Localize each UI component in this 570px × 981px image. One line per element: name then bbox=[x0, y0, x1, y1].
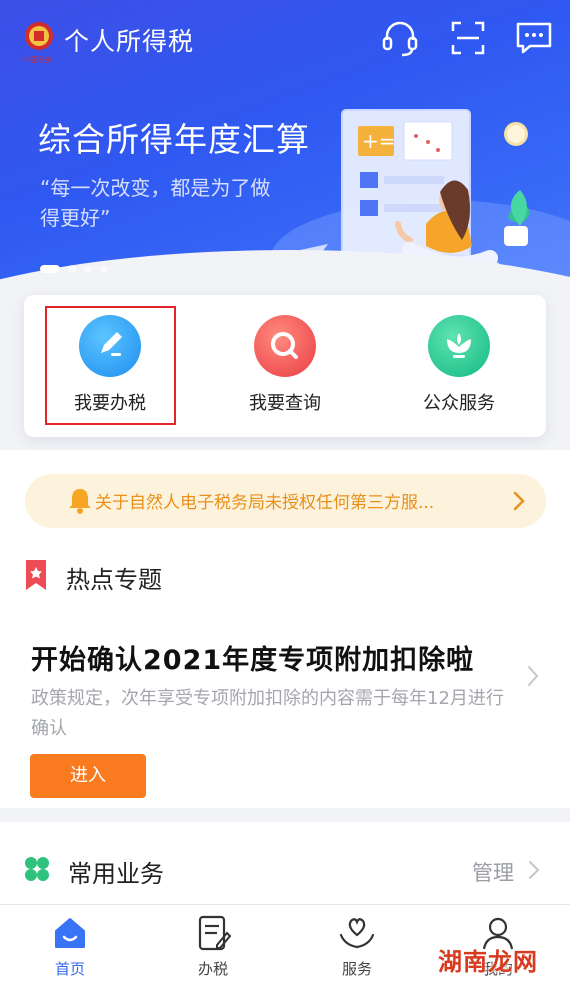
topic-description: 政策规定，次年享受专项附加扣除的内容需于每年12月进行确认 bbox=[31, 688, 504, 739]
quick-action-icon-bg bbox=[428, 315, 490, 377]
banner-subtitle: “每一次改变，都是为了做得更好” bbox=[40, 176, 271, 230]
quick-action-public-service[interactable]: 公众服务 bbox=[394, 315, 524, 425]
top-bar: 中国税务 个人所得税 bbox=[0, 0, 570, 80]
bookmark-star-icon bbox=[26, 560, 46, 590]
chevron-right-icon[interactable] bbox=[526, 664, 540, 688]
hot-topics-title: 热点专题 bbox=[66, 566, 162, 594]
enter-button[interactable]: 进入 bbox=[30, 754, 146, 798]
carousel-dot[interactable] bbox=[68, 265, 76, 273]
app-screen: += 中国税务 个人所得税 综合所得年度汇算 “每一次改变，都是为了做得更好” … bbox=[0, 0, 570, 981]
nav-item-service[interactable]: 服务 bbox=[317, 913, 397, 979]
svg-text:+=: += bbox=[362, 129, 396, 153]
carousel-dot[interactable] bbox=[100, 265, 108, 273]
carousel-indicator[interactable] bbox=[40, 265, 108, 273]
carousel-dot[interactable] bbox=[84, 265, 92, 273]
carousel-dot[interactable] bbox=[40, 265, 60, 273]
highlight-box bbox=[45, 306, 176, 425]
scan-icon[interactable] bbox=[448, 18, 488, 58]
common-business-title: 常用业务 bbox=[68, 860, 164, 888]
quick-action-label: 公众服务 bbox=[423, 393, 495, 414]
headset-icon[interactable] bbox=[380, 18, 420, 58]
manage-link[interactable]: 管理 bbox=[472, 857, 514, 887]
nav-label: 办税 bbox=[197, 960, 228, 978]
chevron-right-icon bbox=[513, 491, 525, 511]
logo-caption: 中国税务 bbox=[24, 55, 52, 64]
quick-action-icon-bg bbox=[254, 315, 316, 377]
nav-item-home[interactable]: 首页 bbox=[30, 913, 110, 979]
notice-text: 关于自然人电子税务局未授权任何第三方服... bbox=[95, 493, 435, 513]
flower-icon bbox=[447, 333, 471, 358]
grid-icon bbox=[25, 857, 49, 881]
banner-title: 综合所得年度汇算 bbox=[38, 120, 310, 159]
home-icon bbox=[55, 918, 85, 948]
nav-label: 服务 bbox=[341, 960, 372, 978]
topic-title[interactable]: 开始确认2021年度专项附加扣除啦 bbox=[31, 638, 474, 677]
form-icon bbox=[198, 915, 232, 951]
tax-emblem-logo: 中国税务 bbox=[24, 22, 53, 64]
quick-action-label: 我要查询 bbox=[249, 393, 321, 414]
app-title: 个人所得税 bbox=[64, 27, 195, 56]
chevron-right-icon[interactable] bbox=[528, 860, 540, 880]
notice-bar[interactable]: 关于自然人电子税务局未授权任何第三方服... bbox=[25, 474, 546, 528]
nav-item-tax[interactable]: 办税 bbox=[173, 913, 253, 979]
search-icon bbox=[271, 332, 298, 359]
banner-illustration: += bbox=[300, 109, 530, 282]
bell-icon bbox=[69, 489, 91, 514]
message-icon[interactable] bbox=[514, 18, 554, 58]
heart-hands-icon bbox=[339, 918, 375, 949]
quick-action-query[interactable]: 我要查询 bbox=[220, 315, 350, 425]
nav-label: 首页 bbox=[54, 960, 85, 978]
watermark: 湖南龙网 bbox=[438, 948, 538, 976]
